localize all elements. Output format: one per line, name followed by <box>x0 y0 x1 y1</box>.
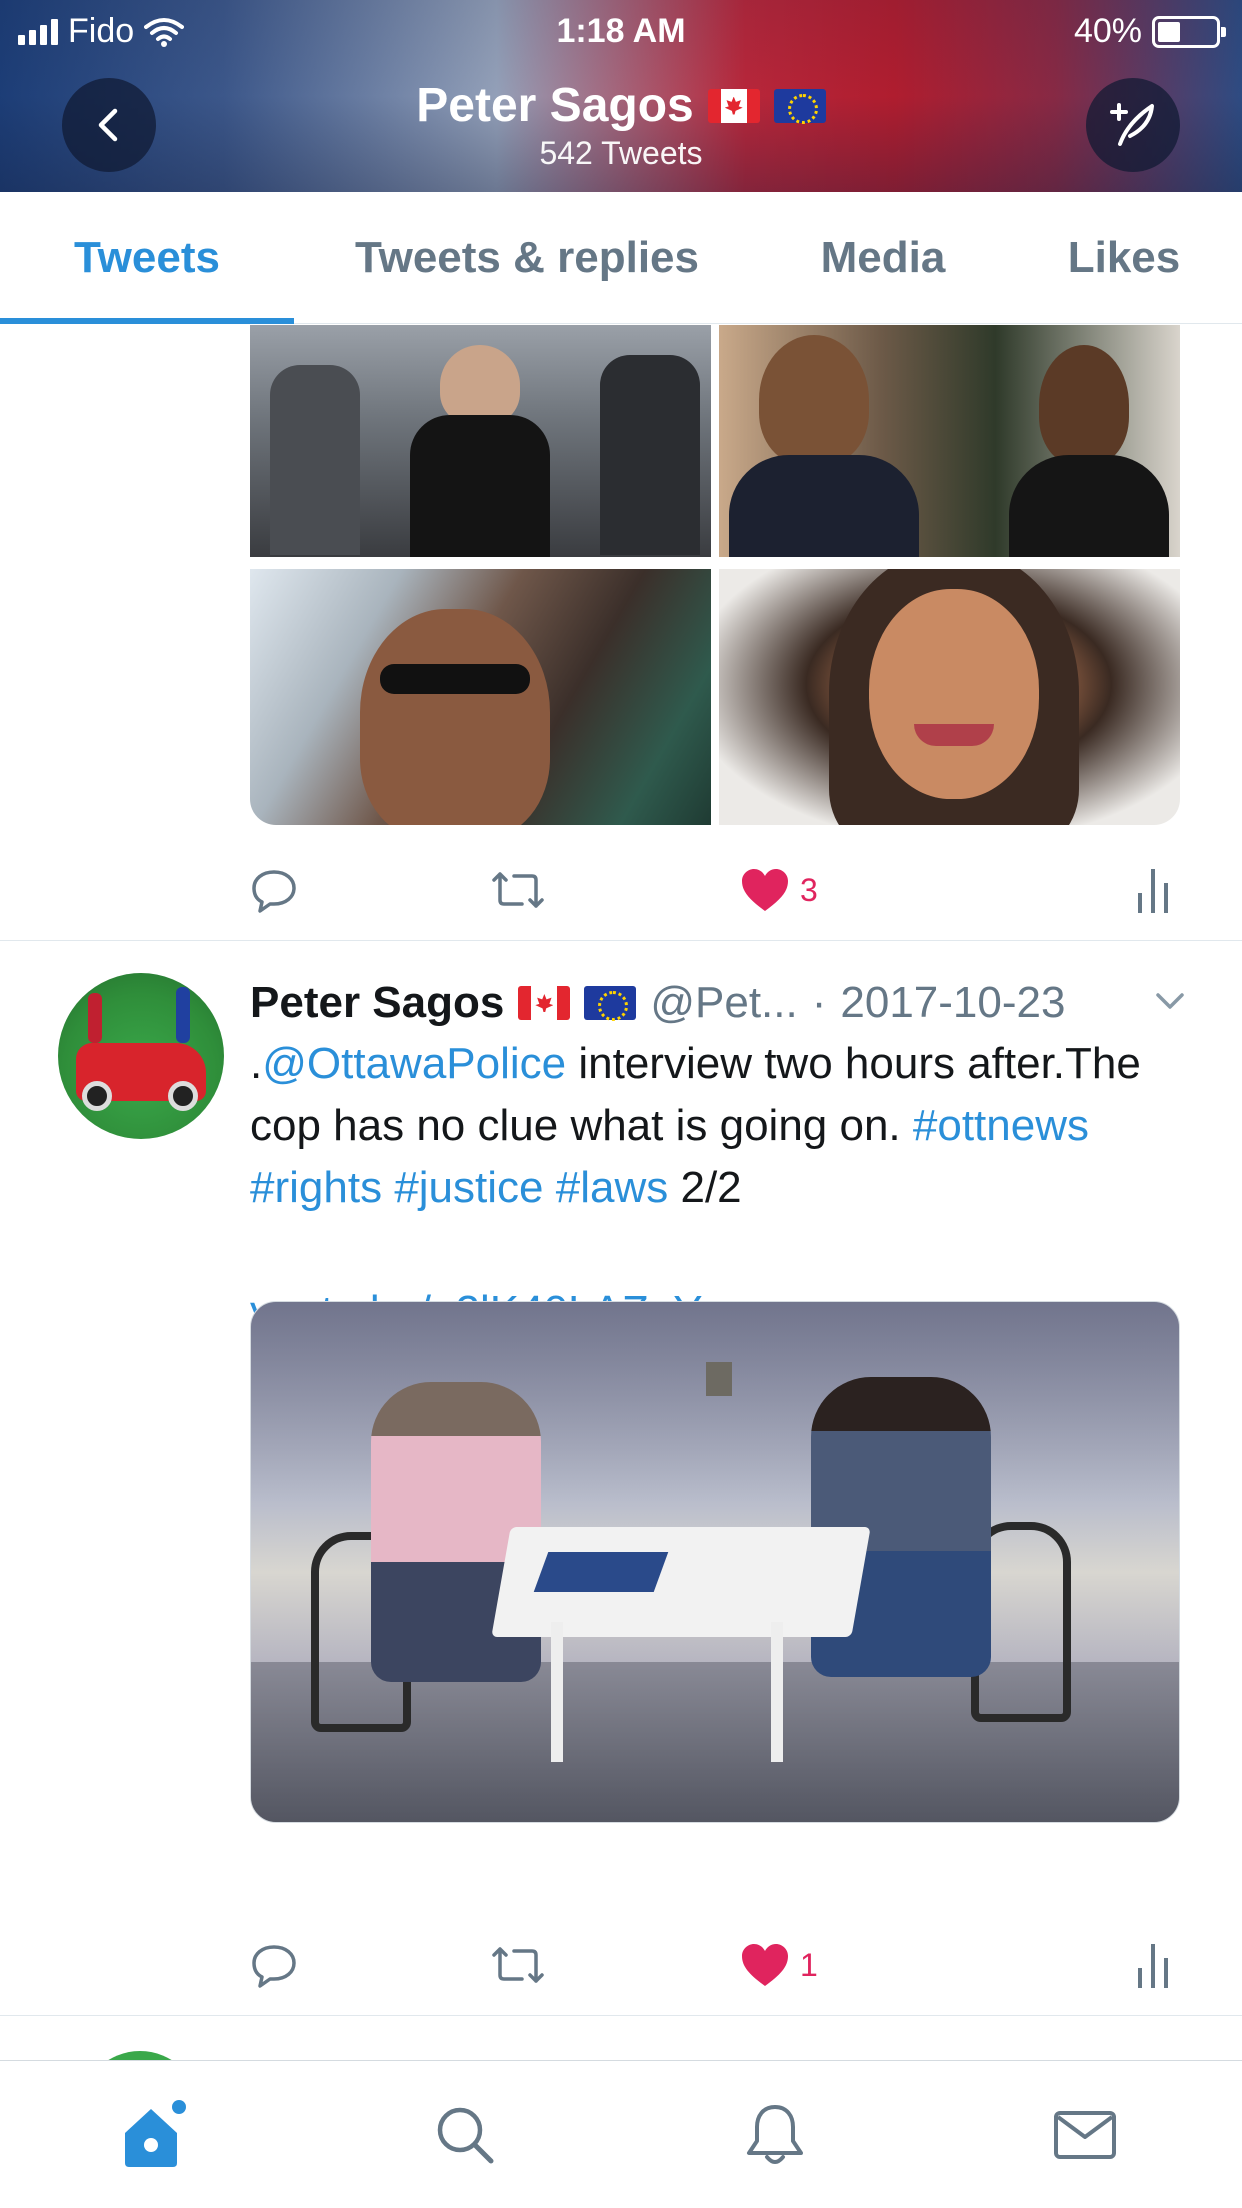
tweet-count: 542 Tweets <box>539 135 703 171</box>
reply-button[interactable] <box>250 855 298 925</box>
bottom-tab-bar <box>0 2060 1242 2208</box>
reply-icon <box>252 870 296 913</box>
like-count: 1 <box>800 1946 818 1983</box>
tweet-photo-4[interactable] <box>719 569 1180 825</box>
notifications-bell-icon <box>747 2105 803 2164</box>
canada-flag-icon <box>518 986 571 1020</box>
tweet-photo-grid[interactable] <box>250 325 1180 825</box>
tweet-photo-1[interactable] <box>250 325 711 557</box>
profile-tabs: Tweets Tweets & replies Media Likes <box>0 192 1242 324</box>
retweet-icon <box>492 1947 544 1983</box>
tweet-author-handle: @Pet... <box>650 978 798 1027</box>
hashtag-link[interactable]: #laws <box>556 1163 669 1212</box>
analytics-bars-icon <box>1138 869 1168 913</box>
tab-tweets[interactable]: Tweets <box>0 192 294 324</box>
like-button[interactable]: 3 <box>740 855 818 925</box>
heart-filled-icon <box>742 1944 788 1986</box>
nav-search[interactable] <box>310 2061 620 2208</box>
eu-flag-icon <box>773 88 826 124</box>
tweet-separator: · <box>811 978 827 1027</box>
analytics-bars-icon <box>1138 1944 1168 1988</box>
tweet-text-prefix: . <box>250 1039 263 1088</box>
compose-feather-icon <box>1110 103 1154 146</box>
status-time: 1:18 AM <box>556 12 686 50</box>
tweet-text: .@OttawaPolice interview two hours after… <box>250 1033 1170 1343</box>
tweet-video-thumbnail[interactable] <box>250 1301 1180 1823</box>
tweet-photo-2[interactable] <box>719 325 1180 557</box>
hashtag-link[interactable]: #rights <box>250 1163 382 1212</box>
chevron-down-icon[interactable] <box>1150 981 1190 1021</box>
tab-likes[interactable]: Likes <box>1006 192 1242 324</box>
home-icon <box>125 2100 186 2167</box>
header-title: Peter Sagos 542 Tweets <box>0 78 1242 172</box>
retweet-icon <box>492 872 544 908</box>
profile-header: Fido 1:18 AM 40% Peter Sagos 542 Tweets <box>0 0 1242 192</box>
tweet-header: Peter Sagos @Pet... · 2017-10-23 <box>250 973 1190 1033</box>
hashtag-link[interactable]: #justice <box>394 1163 543 1212</box>
heart-filled-icon <box>742 869 788 911</box>
retweet-button[interactable] <box>490 855 546 925</box>
tweet-actions: 1 <box>250 1930 1170 2000</box>
tweet-divider <box>0 2015 1242 2016</box>
nav-notifications[interactable] <box>620 2061 930 2208</box>
thread-counter: 2/2 <box>680 1163 742 1212</box>
tab-media[interactable]: Media <box>760 192 1006 324</box>
like-button[interactable]: 1 <box>740 1930 818 2000</box>
battery-percent: 40% <box>1073 12 1142 50</box>
analytics-button[interactable] <box>1135 1930 1171 2000</box>
mention-link[interactable]: @OttawaPolice <box>262 1039 566 1088</box>
tweet-actions: 3 <box>250 855 1170 925</box>
profile-name: Peter Sagos <box>416 79 694 132</box>
tweet-author-name[interactable]: Peter Sagos <box>250 978 504 1028</box>
search-icon <box>437 2107 494 2164</box>
tweet-photo-3[interactable] <box>250 569 711 825</box>
analytics-button[interactable] <box>1135 855 1171 925</box>
like-count: 3 <box>800 871 818 908</box>
nav-messages[interactable] <box>930 2061 1240 2208</box>
avatar[interactable] <box>58 973 224 1139</box>
status-right: 40% <box>1073 12 1226 51</box>
tweet-feed[interactable]: 3 Peter Sagos @Pet... · 2017-10-23 .@Ott… <box>0 325 1242 2060</box>
tweet-divider <box>0 940 1242 941</box>
tab-tweets-and-replies[interactable]: Tweets & replies <box>294 192 760 324</box>
hashtag-link[interactable]: #ottnews <box>913 1101 1089 1150</box>
battery-icon <box>1152 15 1226 48</box>
nav-home[interactable] <box>0 2061 310 2208</box>
active-tab-indicator <box>0 318 294 324</box>
eu-flag-icon <box>584 986 637 1021</box>
compose-tweet-button[interactable] <box>1086 78 1180 172</box>
retweet-button[interactable] <box>490 1930 546 2000</box>
header-name-row: Peter Sagos <box>416 78 826 133</box>
status-bar: Fido 1:18 AM 40% <box>0 0 1242 62</box>
reply-button[interactable] <box>250 1930 298 2000</box>
tweet-date: 2017-10-23 <box>840 978 1066 1027</box>
messages-envelope-icon <box>1054 2111 1116 2159</box>
next-tweet-peek <box>0 2047 1242 2060</box>
canada-flag-icon <box>707 88 760 123</box>
reply-icon <box>252 1945 296 1988</box>
